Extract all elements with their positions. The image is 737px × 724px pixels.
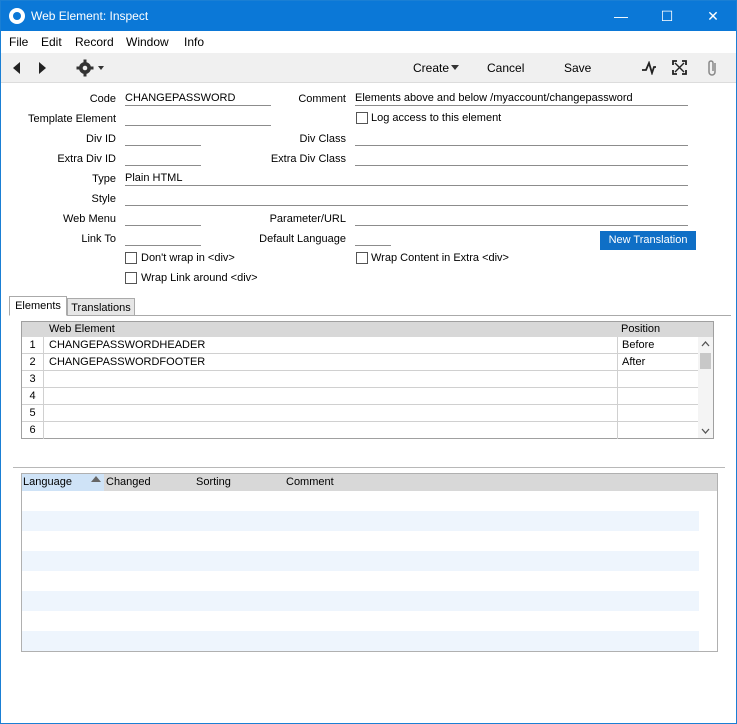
parameter-url-label: Parameter/URL [269,213,346,225]
minimize-icon[interactable]: — [598,1,644,31]
comment-label: Comment [298,93,346,105]
menu-file[interactable]: File [9,35,28,49]
scrollbar-thumb[interactable] [700,353,711,369]
div-id-label: Div ID [86,133,116,145]
row-web-element[interactable]: CHANGEPASSWORDFOOTER [49,356,205,368]
sort-ascending-icon [91,476,101,482]
menu-record[interactable]: Record [75,35,114,49]
translations-list: Language Changed Sorting Comment [21,473,718,652]
list-item [22,631,699,651]
tab-translations[interactable]: Translations [67,298,135,316]
link-to-field[interactable] [125,232,201,246]
div-id-field[interactable] [125,132,201,146]
comment-field[interactable]: Elements above and below /myaccount/chan… [355,92,688,106]
position-column-header[interactable]: Position [621,323,660,335]
grid-scrollbar[interactable] [698,337,713,438]
app-window: Web Element: Inspect — ☐ ✕ File Edit Rec… [0,0,737,724]
type-field[interactable]: Plain HTML [125,172,688,186]
comment-column-header[interactable]: Comment [286,476,334,488]
wrap-extra-checkbox[interactable] [356,252,368,264]
list-item [22,591,699,611]
sorting-column-header[interactable]: Sorting [196,476,231,488]
app-icon [9,8,25,24]
chevron-down-icon[interactable] [451,65,459,71]
dont-wrap-label: Don't wrap in <div> [141,252,235,264]
row-position[interactable]: Before [622,339,654,351]
template-element-field[interactable] [125,112,271,126]
gear-icon[interactable] [76,59,106,77]
row-web-element[interactable]: CHANGEPASSWORDHEADER [49,339,205,351]
table-row[interactable]: 5 [22,405,698,422]
table-row[interactable]: 1 CHANGEPASSWORDHEADER Before [22,337,698,354]
wrap-link-label: Wrap Link around <div> [141,272,258,284]
new-translation-button[interactable]: New Translation [600,231,696,250]
web-element-column-header[interactable]: Web Element [49,323,115,335]
link-to-label: Link To [81,233,116,245]
wrap-extra-label: Wrap Content in Extra <div> [371,252,509,264]
extra-div-class-label: Extra Div Class [270,153,346,165]
extra-div-class-field[interactable] [355,152,688,166]
table-row[interactable]: 4 [22,388,698,405]
default-language-field[interactable] [355,232,391,246]
title-bar: Web Element: Inspect — ☐ ✕ [1,1,736,31]
log-access-checkbox[interactable] [356,112,368,124]
forward-arrow-icon[interactable] [38,61,48,75]
style-field[interactable] [125,192,688,206]
grid-header: Web Element Position [22,322,713,337]
row-number: 5 [22,405,44,422]
table-row[interactable]: 3 [22,371,698,388]
toolbar: Create Cancel Save [1,53,736,83]
close-icon[interactable]: ✕ [690,1,736,31]
extra-div-id-field[interactable] [125,152,201,166]
type-label: Type [92,173,116,185]
menu-bar: File Edit Record Window Info [1,31,736,53]
cancel-button[interactable]: Cancel [487,61,524,75]
window-title: Web Element: Inspect [31,9,149,23]
row-number: 3 [22,371,44,388]
paperclip-icon[interactable] [705,59,719,77]
code-label: Code [89,93,116,105]
style-label: Style [91,193,116,205]
wrap-link-checkbox[interactable] [125,272,137,284]
maximize-icon[interactable]: ☐ [644,1,690,31]
row-number: 6 [22,422,44,439]
create-button[interactable]: Create [413,61,449,75]
dont-wrap-checkbox[interactable] [125,252,137,264]
default-language-label: Default Language [259,233,346,245]
section-divider [13,467,725,468]
language-column-header[interactable]: Language [23,476,72,488]
list-header: Language Changed Sorting Comment [22,474,717,491]
back-arrow-icon[interactable] [11,61,21,75]
web-menu-field[interactable] [125,212,201,226]
save-button[interactable]: Save [564,61,591,75]
changed-column-header[interactable]: Changed [106,476,151,488]
row-number: 2 [22,354,44,371]
elements-grid: Web Element Position 1 CHANGEPASSWORDHEA… [21,321,714,439]
menu-window[interactable]: Window [126,35,169,49]
menu-edit[interactable]: Edit [41,35,62,49]
activity-icon[interactable] [641,61,657,75]
extra-div-id-label: Extra Div ID [57,153,116,165]
row-number: 4 [22,388,44,405]
scroll-down-icon[interactable] [701,428,710,434]
template-element-label: Template Element [27,113,116,125]
div-class-field[interactable] [355,132,688,146]
table-row[interactable]: 2 CHANGEPASSWORDFOOTER After [22,354,698,371]
menu-info[interactable]: Info [184,35,204,49]
scroll-up-icon[interactable] [701,341,710,347]
row-number: 1 [22,337,44,354]
web-menu-label: Web Menu [63,213,116,225]
list-item [22,511,699,531]
list-item [22,551,699,571]
row-position[interactable]: After [622,356,645,368]
table-row[interactable]: 6 [22,422,698,439]
div-class-label: Div Class [299,133,346,145]
parameter-url-field[interactable] [355,212,688,226]
log-access-label: Log access to this element [371,112,502,124]
fullscreen-icon[interactable] [672,60,687,75]
tab-elements[interactable]: Elements [9,296,67,316]
